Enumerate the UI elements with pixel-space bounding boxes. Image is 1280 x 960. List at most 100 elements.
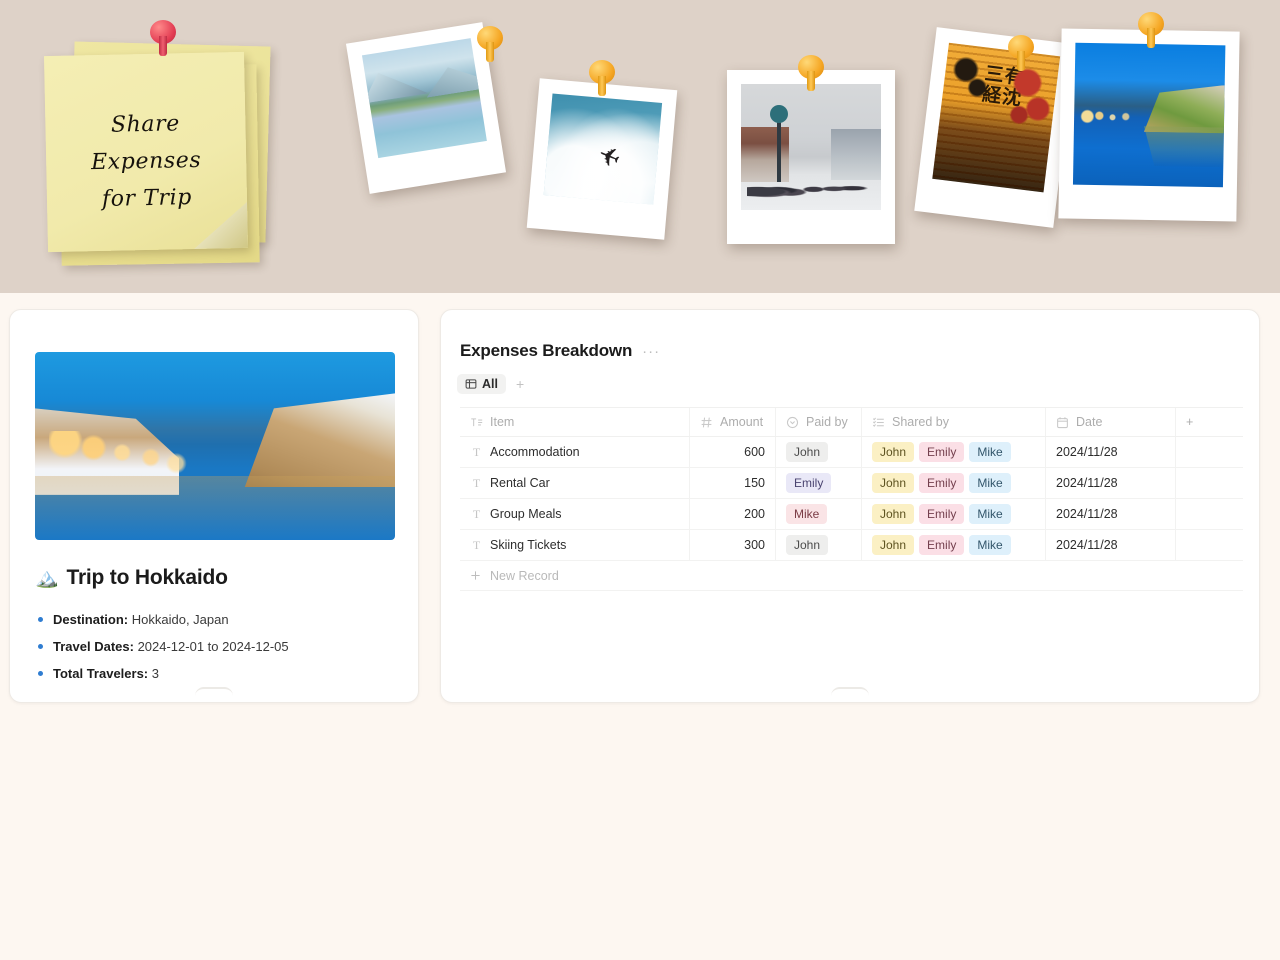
cell-amount[interactable]: 150 — [690, 468, 776, 498]
expenses-database-card[interactable]: Expenses Breakdown ··· All + Item Amount… — [440, 309, 1260, 703]
cell-item[interactable]: T Accommodation — [460, 437, 690, 467]
tab-all-view[interactable]: All — [457, 374, 506, 394]
text-cell-icon: T — [472, 444, 481, 459]
cell-date[interactable]: 2024/11/28 — [1046, 468, 1176, 498]
status-badge: John — [872, 504, 915, 524]
cell-item[interactable]: T Rental Car — [460, 468, 690, 498]
bullet-icon — [38, 617, 43, 622]
bullet-icon — [38, 644, 43, 649]
cell-amount[interactable]: 600 — [690, 437, 776, 467]
cell-date[interactable]: 2024/11/28 — [1046, 530, 1176, 560]
database-title: Expenses Breakdown — [460, 341, 633, 360]
database-header: Expenses Breakdown ··· — [460, 341, 660, 361]
snowy-street-polaroid — [727, 70, 895, 244]
trip-info-card[interactable]: 🏔️ Trip to Hokkaido Destination: Hokkaid… — [9, 309, 419, 703]
otaru-canal-photo — [1072, 42, 1226, 188]
cell-paid-by[interactable]: Emily — [776, 468, 862, 498]
status-badge: John — [872, 473, 915, 493]
canal-lights — [1079, 105, 1141, 130]
table-row[interactable]: T Accommodation 600 John John Emily Mike… — [460, 437, 1243, 468]
table-row[interactable]: T Rental Car 150 Emily John Emily Mike 2… — [460, 468, 1243, 499]
yellow-pushpin-icon-3 — [798, 55, 824, 95]
multi-select-icon — [872, 416, 885, 429]
cell-paid-by[interactable]: John — [776, 437, 862, 467]
red-pushpin-icon — [150, 20, 176, 60]
table-row[interactable]: T Skiing Tickets 300 John John Emily Mik… — [460, 530, 1243, 561]
fact-value: 3 — [151, 666, 159, 681]
cell-paid-by[interactable]: John — [776, 530, 862, 560]
cell-empty — [1176, 530, 1243, 560]
plus-icon — [470, 570, 481, 581]
status-badge: Mike — [969, 442, 1011, 462]
fact-value: Hokkaido, Japan — [131, 612, 229, 627]
cell-date[interactable]: 2024/11/28 — [1046, 499, 1176, 529]
text-cell-icon: T — [472, 506, 481, 521]
column-header-item[interactable]: Item — [460, 408, 690, 436]
column-header-date-label: Date — [1076, 415, 1103, 429]
card-resize-handle[interactable] — [831, 687, 869, 696]
cell-shared-by[interactable]: John Emily Mike — [862, 437, 1046, 467]
column-header-amount-label: Amount — [720, 415, 764, 429]
status-badge: Emily — [919, 442, 965, 462]
cell-paid-by[interactable]: Mike — [776, 499, 862, 529]
sticky-line-1: Share — [110, 110, 181, 138]
lantern-photo: 三有 経沈 — [932, 42, 1061, 193]
new-record-button[interactable]: New Record — [460, 561, 1243, 591]
table-header-row: Item Amount Paid by Shared by Date + — [460, 408, 1243, 437]
cell-amount[interactable]: 200 — [690, 499, 776, 529]
status-badge: John — [786, 442, 829, 462]
text-field-icon — [470, 416, 483, 429]
otaru-canal-winter-image — [35, 352, 395, 540]
expenses-table: Item Amount Paid by Shared by Date + T A… — [460, 407, 1243, 591]
airplane-polaroid: ✈ — [526, 78, 678, 240]
page-title: 🏔️ Trip to Hokkaido — [35, 566, 228, 590]
table-row[interactable]: T Group Meals 200 Mike John Emily Mike 2… — [460, 499, 1243, 530]
status-badge: Emily — [919, 473, 965, 493]
cell-item[interactable]: T Group Meals — [460, 499, 690, 529]
new-record-label: New Record — [490, 568, 559, 583]
status-badge: Mike — [969, 504, 1011, 524]
sticky-note-group: Share Expenses for Trip — [38, 20, 288, 268]
cell-item-text: Skiing Tickets — [490, 538, 567, 552]
view-tab-bar: All + — [457, 374, 530, 394]
list-item: Destination: Hokkaido, Japan — [38, 606, 408, 633]
tab-all-label: All — [482, 377, 498, 391]
cell-item-text: Group Meals — [490, 507, 562, 521]
add-view-button[interactable]: + — [510, 374, 530, 394]
yellow-pushpin-icon-5 — [1138, 12, 1164, 52]
cell-shared-by[interactable]: John Emily Mike — [862, 499, 1046, 529]
sticky-line-3: for Trip — [101, 184, 193, 212]
cell-shared-by[interactable]: John Emily Mike — [862, 530, 1046, 560]
column-header-shared-by[interactable]: Shared by — [862, 408, 1046, 436]
number-field-icon — [700, 416, 713, 429]
cell-shared-by[interactable]: John Emily Mike — [862, 468, 1046, 498]
column-header-shared-by-label: Shared by — [892, 415, 949, 429]
sticky-note-text: Share Expenses for Trip — [44, 52, 248, 252]
fact-label: Destination: — [53, 612, 129, 627]
column-header-date[interactable]: Date — [1046, 408, 1176, 436]
sticky-line-2: Expenses — [90, 147, 202, 175]
text-cell-icon: T — [472, 537, 481, 552]
column-header-item-label: Item — [490, 415, 515, 429]
yellow-pushpin-icon-4 — [1008, 35, 1034, 75]
column-header-paid-by[interactable]: Paid by — [776, 408, 862, 436]
cell-amount[interactable]: 300 — [690, 530, 776, 560]
table-view-icon — [465, 378, 477, 390]
status-badge: John — [786, 535, 829, 555]
yellow-pushpin-icon-1 — [477, 26, 503, 66]
column-header-paid-by-label: Paid by — [806, 415, 848, 429]
street-crowd — [746, 172, 876, 200]
add-column-button[interactable]: + — [1176, 408, 1243, 436]
cell-item[interactable]: T Skiing Tickets — [460, 530, 690, 560]
card-resize-handle[interactable] — [195, 687, 233, 696]
lantern-polaroid: 三有 経沈 — [914, 27, 1076, 228]
bullet-icon — [38, 671, 43, 676]
cell-item-text: Rental Car — [490, 476, 550, 490]
airplane-icon: ✈ — [593, 138, 625, 175]
column-header-amount[interactable]: Amount — [690, 408, 776, 436]
more-options-icon[interactable]: ··· — [642, 344, 660, 359]
snowy-street-photo — [741, 84, 881, 210]
cell-date[interactable]: 2024/11/28 — [1046, 437, 1176, 467]
hero-banner: Share Expenses for Trip ✈ 三有 経沈 — [0, 0, 1280, 293]
page-title-text: Trip to Hokkaido — [66, 566, 228, 589]
